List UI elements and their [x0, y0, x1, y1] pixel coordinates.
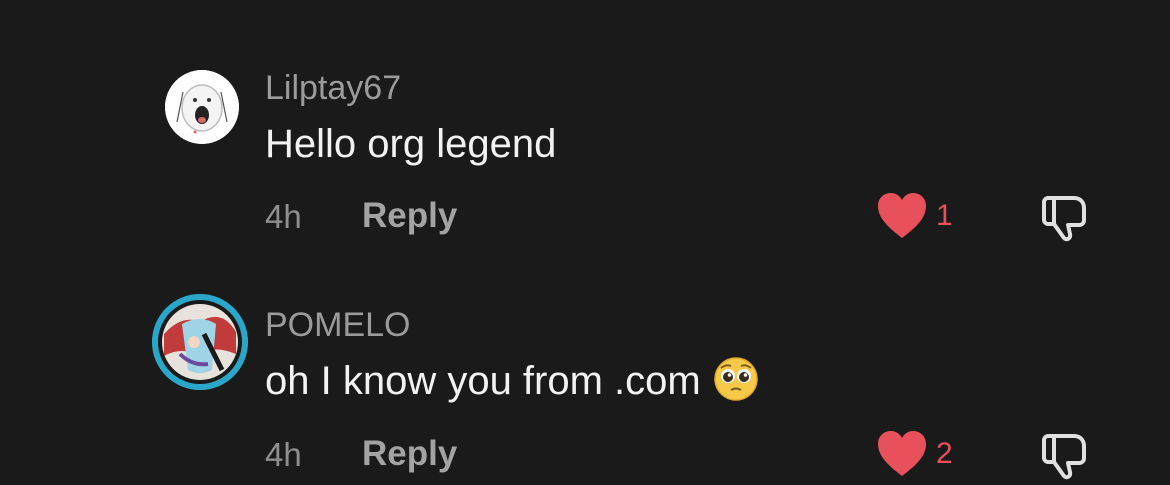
- comment-username[interactable]: POMELO: [265, 305, 410, 345]
- thumbs-down-icon: [1042, 434, 1086, 480]
- dislike-button[interactable]: [1040, 428, 1100, 484]
- comment-text: oh I know you from .com: [265, 356, 759, 413]
- comment-timestamp: 4h: [265, 436, 302, 473]
- pleading-face-emoji-icon: [713, 356, 759, 413]
- avatar[interactable]: [152, 294, 248, 390]
- comment-thread: Lilptay67 Hello org legend 4h Reply 1 PO…: [0, 0, 1170, 485]
- comment-text-content: oh I know you from .com: [265, 359, 701, 403]
- like-button[interactable]: 2: [872, 426, 962, 482]
- heart-icon: [878, 431, 926, 476]
- reply-button[interactable]: Reply: [362, 434, 457, 474]
- comment-item: POMELO oh I know you from .com 4h Reply: [0, 0, 1170, 485]
- anime-art-avatar-icon: [152, 294, 248, 390]
- like-count: 2: [936, 437, 953, 470]
